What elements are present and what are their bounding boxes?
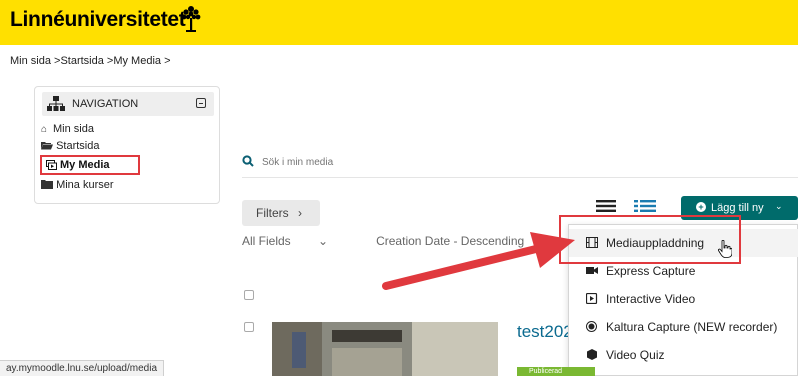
media-entry-title[interactable]: test202: [517, 322, 568, 342]
sidebar-item-startsida[interactable]: Startsida: [41, 140, 99, 152]
site-logo[interactable]: Linnéuniversitetet: [10, 8, 186, 32]
sitemap-icon: [47, 96, 65, 111]
cube-icon: [587, 349, 597, 360]
filters-button-label: Filters: [256, 206, 289, 220]
collapse-icon[interactable]: [196, 98, 206, 108]
menu-item-video-quiz[interactable]: Video Quiz: [569, 341, 798, 369]
navigation-title: NAVIGATION: [72, 98, 139, 110]
detailed-view-icon[interactable]: [634, 200, 656, 212]
folder-icon: [41, 180, 53, 189]
plus-circle-icon: +: [696, 202, 706, 212]
menu-item-label: Kaltura Capture (NEW recorder): [606, 320, 778, 334]
thumbnail-region: [332, 330, 402, 342]
menu-item-label: Interactive Video: [606, 292, 696, 306]
thumbnail-region: [292, 332, 306, 368]
list-view-icon[interactable]: [596, 200, 616, 212]
folder-open-icon: [41, 142, 53, 150]
hand-cursor-icon: [718, 240, 732, 258]
menu-item-label: Video Quiz: [606, 348, 665, 362]
sidebar-item-label: My Media: [60, 159, 110, 171]
breadcrumb[interactable]: Min sida >Startsida >My Media >: [10, 55, 171, 67]
home-icon: ⌂: [41, 124, 48, 135]
video-camera-icon: [586, 267, 598, 274]
sidebar-item-mina-kurser[interactable]: Mina kurser: [41, 179, 114, 191]
logo-tree-icon: [181, 6, 201, 32]
sidebar-item-my-media[interactable]: My Media: [40, 155, 140, 175]
browser-status-url: ay.mymoodle.lnu.se/upload/media: [0, 360, 165, 376]
filters-button[interactable]: Filters ›: [242, 200, 320, 226]
top-bar: Linnéuniversitetet: [0, 0, 798, 45]
navigation-header: NAVIGATION: [42, 92, 214, 116]
annotation-arrow: [382, 232, 575, 290]
all-fields-select[interactable]: All Fields ⌄: [242, 234, 352, 248]
sidebar-item-min-sida[interactable]: ⌂ Min sida: [41, 123, 94, 135]
menu-item-interactive-video[interactable]: Interactive Video: [569, 285, 798, 313]
sidebar-item-label: Startsida: [56, 140, 100, 152]
add-new-label: Lägg till ny: [711, 202, 764, 214]
play-square-icon: [586, 293, 598, 304]
media-thumbnail[interactable]: [272, 322, 498, 376]
menu-item-label: Express Capture: [606, 264, 696, 278]
sidebar-item-label: Mina kurser: [56, 179, 114, 191]
menu-item-kaltura-capture[interactable]: Kaltura Capture (NEW recorder): [569, 313, 798, 341]
search-input[interactable]: [262, 152, 562, 172]
thumbnail-region: [332, 348, 402, 376]
chevron-down-icon: ⌄: [318, 234, 329, 248]
select-all-checkbox[interactable]: [244, 290, 254, 300]
media-icon: [46, 160, 57, 170]
all-fields-label: All Fields: [242, 234, 291, 248]
chevron-right-icon: ›: [298, 206, 303, 220]
annotation-highlight-box: [559, 215, 741, 264]
search-icon[interactable]: [242, 155, 254, 167]
record-dot-icon: [586, 321, 597, 332]
search-bar: [242, 148, 798, 178]
entry-checkbox[interactable]: [244, 322, 254, 332]
status-badge: Publicerad: [517, 367, 595, 376]
thumbnail-region: [412, 322, 498, 376]
chevron-down-icon: ⌄: [775, 201, 783, 211]
sidebar-item-label: Min sida: [53, 123, 94, 135]
